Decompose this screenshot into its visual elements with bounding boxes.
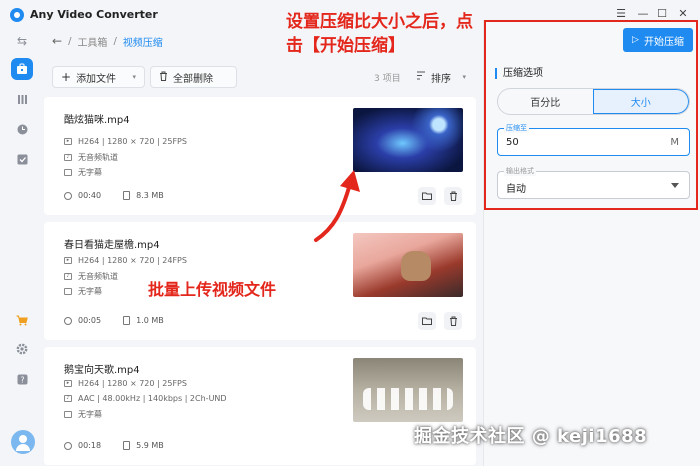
sort-button[interactable]: 排序 ▾ [408,66,474,88]
audio-info-text: AAC | 48.00kHz | 140kbps | 2Ch-UND [78,394,227,403]
app-logo-icon [10,8,24,22]
video-thumbnail[interactable] [353,108,463,172]
item-count: 3 项目 [374,74,401,84]
sort-icon [416,71,426,83]
delete-file-button[interactable] [444,187,462,205]
add-file-label: 添加文件 [76,73,117,85]
file-size: 8.3 MB [136,191,164,200]
video-info: ▸ H264 | 1280 × 720 | 24FPS [64,256,187,265]
sort-label: 排序 [431,73,451,85]
file-size-icon [123,316,131,325]
clock-icon [64,441,72,450]
video-info: ▸ H264 | 1280 × 720 | 25FPS [64,137,187,146]
subtitle-info: 无字幕 [64,409,102,420]
subtitle-info-text: 无字幕 [78,168,102,177]
collapse-sidebar-icon[interactable]: ⇆ [11,30,33,52]
audio-info: ♪ AAC | 48.00kHz | 140kbps | 2Ch-UND [64,394,227,403]
file-size: 5.9 MB [136,441,164,450]
avatar[interactable] [11,430,35,454]
back-arrow-icon[interactable]: ← [52,34,62,48]
video-info-text: H264 | 1280 × 720 | 25FPS [78,379,187,388]
video-info: ▸ H264 | 1280 × 720 | 25FPS [64,379,187,388]
svg-text:?: ? [20,375,24,384]
trash-icon [159,71,168,84]
breadcrumb-separator: / [68,35,72,47]
file-size-icon [123,191,131,200]
subtitle-info-text: 无字幕 [78,287,102,296]
plus-icon: + [61,70,72,84]
subtitle-icon [64,411,72,418]
delete-all-button[interactable]: 全部删除 [150,66,237,88]
audio-info: ♪ 无音频轨道 [64,152,118,163]
file-card[interactable]: 鹅宝向天歌.mp4 ▸ H264 | 1280 × 720 | 25FPS ♪ AA… [44,347,476,465]
file-name: 春日看猫走屋檐.mp4 [64,240,160,251]
chevron-down-icon: ▾ [462,73,466,81]
file-name: 鹅宝向天歌.mp4 [64,365,140,376]
subtitle-info: 无字幕 [64,167,102,178]
file-stats: 00:40 8.3 MB [64,191,164,200]
annotation-arrow-icon [314,170,360,242]
breadcrumb-toolbox[interactable]: 工具箱 [77,34,107,49]
app-title: Any Video Converter [30,8,158,21]
breadcrumb-video-compress: 视频压缩 [122,37,163,49]
file-size-icon [123,441,131,450]
chevron-down-icon: ▾ [132,73,136,81]
trash-icon [449,316,457,326]
audio-icon: ♪ [64,154,72,161]
duration: 00:05 [78,316,102,325]
library-icon[interactable] [11,88,33,110]
annotation-middle: 批量上传视频文件 [148,280,277,299]
breadcrumb: ← / 工具箱 / 视频压缩 [52,34,163,49]
subtitle-info-text: 无字幕 [78,410,102,419]
trash-icon [449,191,457,201]
open-folder-button[interactable] [418,312,436,330]
audio-info: ♪ 无音频轨道 [64,271,118,282]
file-stats: 00:05 1.0 MB [64,316,164,325]
video-icon: ▸ [64,138,72,145]
clock-icon [64,316,72,325]
audio-icon: ♪ [64,395,72,402]
history-icon[interactable] [11,118,33,140]
maximize-icon[interactable]: ☐ [655,7,669,21]
file-stats: 00:18 5.9 MB [64,441,164,450]
sidebar: ⇆ ? [0,30,44,466]
close-icon[interactable]: ✕ [676,7,690,21]
audio-icon: ♪ [64,273,72,280]
file-size: 1.0 MB [136,316,164,325]
watermark: 掘金技术社区 @ keji1688 [414,426,648,447]
highlight-box [484,20,698,210]
audio-info-text: 无音频轨道 [78,153,118,162]
file-card[interactable]: 酷炫猫咪.mp4 ▸ H264 | 1280 × 720 | 25FPS ♪ 无音频… [44,97,476,215]
add-file-button[interactable]: + 添加文件 ▾ [52,66,145,88]
cart-icon[interactable] [11,309,33,331]
subtitle-icon [64,288,72,295]
clock-icon [64,191,72,200]
file-toolbar: + 添加文件 ▾ 全部删除 3 项目 排序 ▾ [52,66,474,88]
minimize-icon[interactable]: — [636,7,650,21]
video-info-text: H264 | 1280 × 720 | 24FPS [78,256,187,265]
toolbox-icon[interactable] [11,58,33,80]
video-icon: ▸ [64,380,72,387]
duration: 00:40 [78,191,102,200]
duration: 00:18 [78,441,102,450]
video-info-text: H264 | 1280 × 720 | 25FPS [78,137,187,146]
annotation-top: 设置压缩比大小之后，点击【开始压缩】 [286,12,473,56]
audio-info-text: 无音频轨道 [78,272,118,281]
file-name: 酷炫猫咪.mp4 [64,115,130,126]
menu-icon[interactable]: ☰ [614,7,628,21]
delete-file-button[interactable] [444,312,462,330]
folder-icon [422,192,432,200]
video-icon: ▸ [64,257,72,264]
open-folder-button[interactable] [418,187,436,205]
delete-all-label: 全部删除 [173,73,213,85]
video-thumbnail[interactable] [353,358,463,422]
settings-icon[interactable] [11,338,33,360]
subtitle-info: 无字幕 [64,286,102,297]
breadcrumb-separator: / [113,35,117,47]
help-icon[interactable]: ? [11,368,33,390]
folder-icon [422,317,432,325]
task-icon[interactable] [11,148,33,170]
subtitle-icon [64,169,72,176]
